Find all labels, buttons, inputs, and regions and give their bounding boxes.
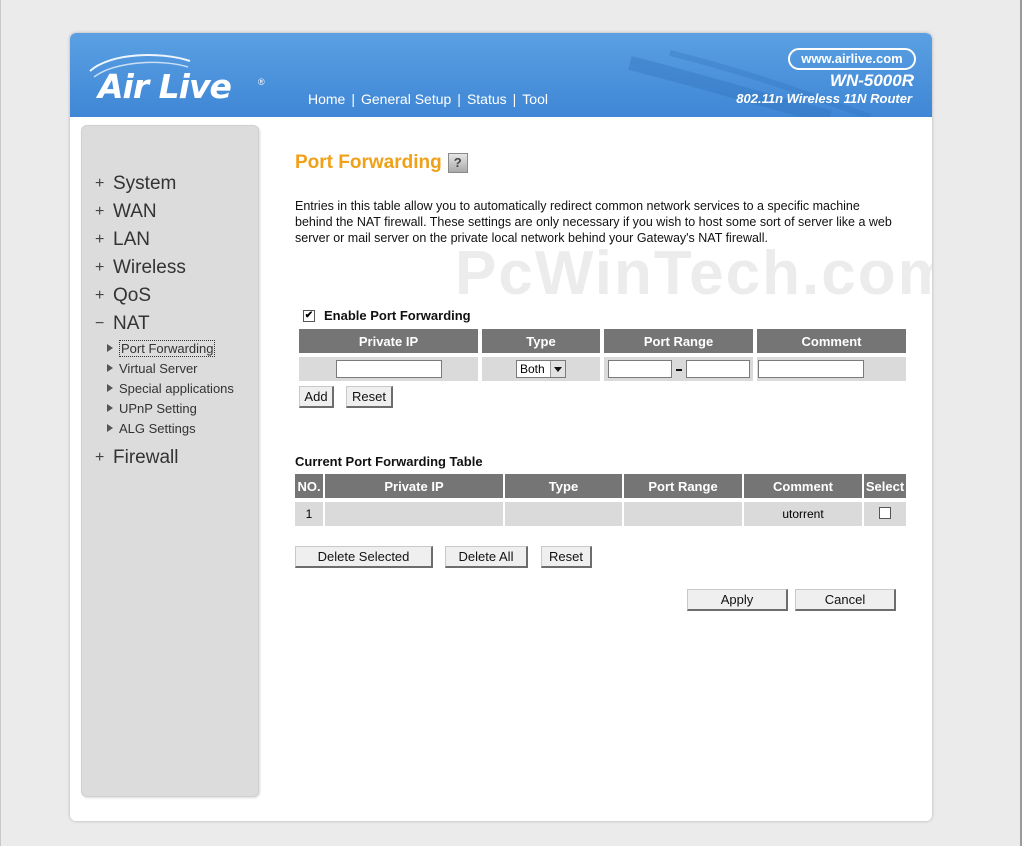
triangle-right-icon [107,404,113,412]
row-type [505,502,622,526]
sidebar-subitem-label: Virtual Server [119,360,198,376]
range-dash [676,369,682,372]
column-header-comment: Comment [757,329,906,353]
delete-all-button[interactable]: Delete All [445,546,528,568]
table-row: 1 utorrent [295,502,906,526]
sidebar-item-label: Firewall [113,447,179,468]
port-range-from-input[interactable] [608,360,672,378]
delete-selected-button[interactable]: Delete Selected [295,546,433,568]
sidebar-subitem-special-applications[interactable]: Special applications [107,378,255,398]
sidebar-subitem-label: ALG Settings [119,420,196,436]
nat-submenu: Port Forwarding Virtual Server Special a… [107,338,255,438]
column-header-port-range: Port Range [624,474,742,498]
watermark: PcWinTech.com [455,239,932,308]
triangle-right-icon [107,364,113,372]
column-header-type: Type [505,474,622,498]
dropdown-arrow-icon [550,361,565,377]
column-header-comment: Comment [744,474,862,498]
window-left-edge [0,0,1,846]
column-header-private-ip: Private IP [299,329,478,353]
router-page: Air Live ® Home | General Setup | Status | Too… [70,33,932,821]
expand-icon: + [95,203,105,220]
column-header-type: Type [482,329,600,353]
sidebar-subitem-upnp-setting[interactable]: UPnP Setting [107,398,255,418]
row-comment: utorrent [744,502,862,526]
cancel-button[interactable]: Cancel [795,589,896,611]
page-title: Port Forwarding [295,152,442,173]
sidebar-subitem-label: UPnP Setting [119,400,197,416]
enable-port-forwarding-checkbox[interactable]: ✔ [303,309,315,322]
triangle-right-icon [107,384,113,392]
sidebar-subitem-alg-settings[interactable]: ALG Settings [107,418,255,438]
sidebar-menu: + System + WAN + LAN + Wireless + QoS − NAT Po… [95,170,255,472]
expand-icon: + [95,231,105,248]
sidebar-subitem-label: Special applications [119,380,234,396]
sidebar-item-label: LAN [113,229,150,250]
sidebar-item-lan[interactable]: + LAN [95,226,255,254]
enable-port-forwarding-label: Enable Port Forwarding [324,308,471,323]
sidebar-item-label: NAT [113,313,150,334]
expand-icon: + [95,287,105,304]
row-no: 1 [295,502,323,526]
registered-mark: ® [258,77,265,87]
private-ip-input[interactable] [335,360,442,378]
sidebar-item-label: WAN [113,201,157,222]
row-select-checkbox[interactable] [879,506,891,519]
sidebar-item-qos[interactable]: + QoS [95,282,255,310]
row-private-ip [325,502,503,526]
reset-table-button[interactable]: Reset [541,546,592,568]
sidebar: + System + WAN + LAN + Wireless + QoS − NAT Po… [81,125,259,797]
type-cell: Both [482,357,600,381]
sidebar-item-wan[interactable]: + WAN [95,198,255,226]
type-select[interactable]: Both [516,360,566,378]
comment-input[interactable] [758,360,864,378]
port-range-to-input[interactable] [686,360,750,378]
column-header-select: Select [864,474,906,498]
private-ip-cell [299,357,478,381]
sidebar-item-wireless[interactable]: + Wireless [95,254,255,282]
apply-button[interactable]: Apply [687,589,788,611]
sidebar-item-label: Wireless [113,257,186,278]
current-table-title: Current Port Forwarding Table [295,454,483,469]
expand-icon: + [95,449,105,466]
triangle-right-icon [107,424,113,432]
sidebar-item-nat[interactable]: − NAT [95,310,255,338]
add-button[interactable]: Add [299,386,334,408]
collapse-icon: − [95,315,105,332]
sidebar-item-label: QoS [113,285,152,306]
airlive-logo[interactable]: Air Live [98,67,232,106]
sidebar-subitem-virtual-server[interactable]: Virtual Server [107,358,255,378]
port-forwarding-entry-table: Private IP Type Port Range Comment Both [295,329,910,381]
port-range-cell [604,357,753,381]
sidebar-item-label: System [113,173,177,194]
row-select-cell [864,502,906,526]
column-header-private-ip: Private IP [325,474,503,498]
page-title-row: Port Forwarding ? [295,152,468,174]
column-header-no: NO. [295,474,323,498]
type-select-value: Both [520,362,545,376]
row-port-range [624,502,742,526]
reset-entry-button[interactable]: Reset [346,386,393,408]
sidebar-subitem-label: Port Forwarding [119,339,216,357]
expand-icon: + [95,259,105,276]
main-content: Port Forwarding ? Entries in this table … [293,33,932,821]
column-header-port-range: Port Range [604,329,753,353]
expand-icon: + [95,175,105,192]
comment-cell [757,357,906,381]
triangle-right-icon [107,344,113,352]
sidebar-subitem-port-forwarding[interactable]: Port Forwarding [107,338,255,358]
enable-port-forwarding-row: ✔ Enable Port Forwarding [303,308,471,323]
current-port-forwarding-table: NO. Private IP Type Port Range Comment S… [293,474,908,526]
help-icon[interactable]: ? [447,153,468,173]
sidebar-item-system[interactable]: + System [95,170,255,198]
sidebar-item-firewall[interactable]: + Firewall [95,444,255,472]
